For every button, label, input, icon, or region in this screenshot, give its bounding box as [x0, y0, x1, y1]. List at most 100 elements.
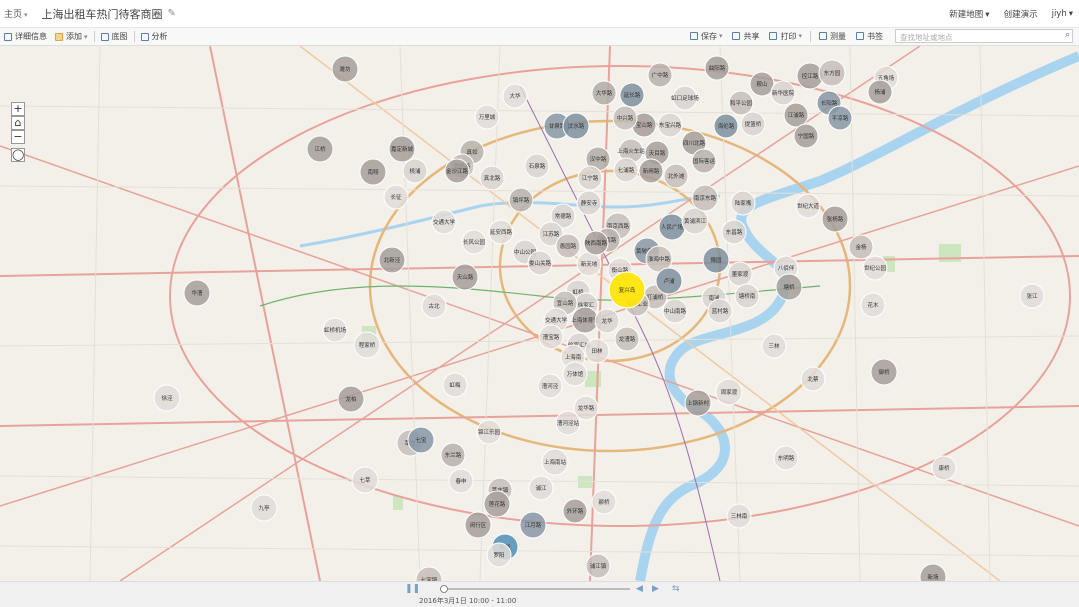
cluster-marker[interactable]: 漕河泾: [537, 373, 563, 399]
cluster-marker[interactable]: 董家渡: [727, 261, 753, 287]
cluster-marker[interactable]: 天山路: [451, 263, 479, 291]
cluster-marker[interactable]: 江宁路: [577, 165, 603, 191]
cluster-marker[interactable]: 金杨: [848, 234, 874, 260]
cluster-marker[interactable]: 大华路: [591, 80, 617, 106]
cluster-marker[interactable]: 陕西南路: [583, 230, 609, 256]
cluster-marker[interactable]: 世纪公园: [862, 255, 888, 281]
cluster-marker[interactable]: 新场: [919, 563, 947, 581]
cluster-marker[interactable]: 古北: [421, 293, 447, 319]
search-icon[interactable]: ⌕: [1065, 30, 1070, 40]
cluster-marker[interactable]: 杨浦: [867, 79, 893, 105]
user-menu[interactable]: jiyh ▾: [1052, 9, 1073, 19]
cluster-marker[interactable]: 万体馆: [562, 361, 588, 387]
share-button[interactable]: 共享: [728, 31, 763, 42]
cluster-marker[interactable]: 桃浦: [402, 158, 428, 184]
cluster-marker[interactable]: 新天地: [576, 251, 602, 277]
cluster-marker[interactable]: 潍坊: [331, 55, 359, 83]
cluster-marker[interactable]: 镇坪路: [508, 187, 534, 213]
cluster-marker[interactable]: 中山南路: [662, 298, 688, 324]
cluster-marker[interactable]: 虹口足球场: [671, 85, 699, 111]
zoom-in-button[interactable]: +: [11, 102, 25, 116]
locate-button[interactable]: ◯: [11, 148, 25, 162]
cluster-marker[interactable]: 提篮桥: [740, 111, 766, 137]
cluster-marker[interactable]: 虹梅: [442, 372, 468, 398]
map-view[interactable]: 潍坊 大华 大华路 延长路 广中路 曲阳路 虹口足球场 鞍山 和平公园 新华医院 控江路 东方园 五角场…: [0, 46, 1079, 581]
cluster-marker[interactable]: 虹桥机场: [322, 317, 348, 343]
print-button[interactable]: 打印 ▾: [765, 31, 806, 42]
cluster-marker[interactable]: 真北路: [479, 165, 505, 191]
cluster-marker[interactable]: 豫园: [702, 246, 730, 274]
cluster-marker[interactable]: 周家渡: [715, 378, 743, 406]
home-link[interactable]: 主页 ▾: [4, 7, 28, 20]
cluster-marker[interactable]: 北外滩: [663, 163, 689, 189]
cluster-marker[interactable]: 七莘: [351, 466, 379, 494]
cluster-marker[interactable]: 静安寺: [576, 190, 602, 216]
search-input[interactable]: 查找地址或地点 ⌕: [895, 29, 1073, 43]
cluster-marker[interactable]: 程家桥: [353, 331, 381, 359]
cluster-marker[interactable]: 世纪大道: [795, 193, 821, 219]
analysis-button[interactable]: 分析: [137, 31, 172, 42]
cluster-marker[interactable]: 复兴岛: [608, 271, 646, 309]
cluster-marker[interactable]: 交通大学: [431, 209, 457, 235]
cluster-marker[interactable]: 南翔: [359, 158, 387, 186]
cluster-marker[interactable]: 延长路: [619, 82, 645, 108]
cluster-marker[interactable]: 蓝村路: [707, 298, 733, 324]
cluster-marker[interactable]: 颛桥: [591, 489, 617, 515]
home-label[interactable]: 主页: [4, 10, 22, 20]
cluster-marker[interactable]: 春申: [448, 468, 474, 494]
cluster-marker[interactable]: 北蔡: [800, 366, 826, 392]
new-map-label[interactable]: 新建地图: [949, 10, 983, 20]
cluster-marker[interactable]: 漕河泾站: [555, 410, 581, 436]
cluster-marker[interactable]: 罗阳: [486, 542, 512, 568]
cluster-marker[interactable]: 锦江乐园: [476, 419, 502, 445]
cluster-marker[interactable]: 三林南: [726, 503, 752, 529]
cluster-marker[interactable]: 七浦路: [613, 157, 639, 183]
settings-icon[interactable]: ⇆: [672, 584, 680, 594]
cluster-marker[interactable]: 江桥: [306, 135, 334, 163]
cluster-marker[interactable]: 大华: [502, 83, 528, 109]
cluster-marker[interactable]: 愚园路: [555, 233, 581, 259]
cluster-marker[interactable]: 东昌路: [721, 219, 747, 245]
cluster-marker[interactable]: 龙柏: [337, 385, 365, 413]
cluster-marker[interactable]: 江月路: [519, 511, 547, 539]
cluster-marker[interactable]: 国际客运: [691, 148, 717, 174]
next-icon[interactable]: ▶: [652, 584, 659, 594]
cluster-marker[interactable]: 金沙江路: [444, 158, 470, 184]
cluster-marker[interactable]: 人民广场: [658, 213, 686, 241]
home-extent-button[interactable]: ⌂: [11, 116, 25, 130]
cluster-marker[interactable]: 万里城: [474, 104, 500, 130]
cluster-marker[interactable]: 徐泾: [153, 384, 181, 412]
cluster-marker[interactable]: 中兴路: [612, 105, 638, 131]
cluster-marker[interactable]: 七宝: [407, 426, 435, 454]
time-slider-track[interactable]: [440, 588, 630, 590]
cluster-marker[interactable]: 漕宝路: [538, 324, 564, 350]
cluster-marker[interactable]: 长征: [383, 184, 409, 210]
cluster-marker[interactable]: 上钢新村: [684, 389, 712, 417]
cluster-marker[interactable]: 江浦路: [783, 102, 809, 128]
cluster-marker[interactable]: 黄浦滨江: [681, 207, 709, 235]
cluster-marker[interactable]: 新华医院: [770, 80, 796, 106]
cluster-marker[interactable]: 北新泾: [378, 246, 406, 274]
cluster-marker[interactable]: 嘉定新城: [388, 135, 416, 163]
cluster-marker[interactable]: 长风公园: [461, 229, 487, 255]
cluster-marker[interactable]: 塘桥南: [734, 283, 760, 309]
cluster-marker[interactable]: 陆家嘴: [730, 190, 756, 216]
save-button[interactable]: 保存 ▾: [686, 31, 727, 42]
cluster-marker[interactable]: 娄山关路: [527, 250, 553, 276]
cluster-marker[interactable]: 广中路: [647, 62, 673, 88]
cluster-marker[interactable]: 石泉路: [524, 153, 550, 179]
cluster-marker[interactable]: 浦江: [528, 475, 554, 501]
edit-pencil-icon[interactable]: ✎: [168, 8, 176, 19]
cluster-marker[interactable]: 卢浦: [655, 267, 683, 295]
details-button[interactable]: 详细信息: [0, 31, 51, 42]
cluster-marker[interactable]: 浦江镇: [585, 553, 611, 579]
cluster-marker[interactable]: 莲花路: [483, 490, 511, 518]
basemap-button[interactable]: 底图: [97, 31, 132, 42]
cluster-marker[interactable]: 东兰路: [440, 442, 466, 468]
user-name[interactable]: jiyh: [1052, 9, 1067, 19]
cluster-marker[interactable]: 塘桥: [775, 273, 803, 301]
cluster-marker[interactable]: 平凉路: [827, 105, 853, 131]
previous-icon[interactable]: ◀: [636, 584, 643, 594]
cluster-marker[interactable]: 东方园: [818, 59, 846, 87]
cluster-marker[interactable]: 张杨路: [821, 205, 849, 233]
